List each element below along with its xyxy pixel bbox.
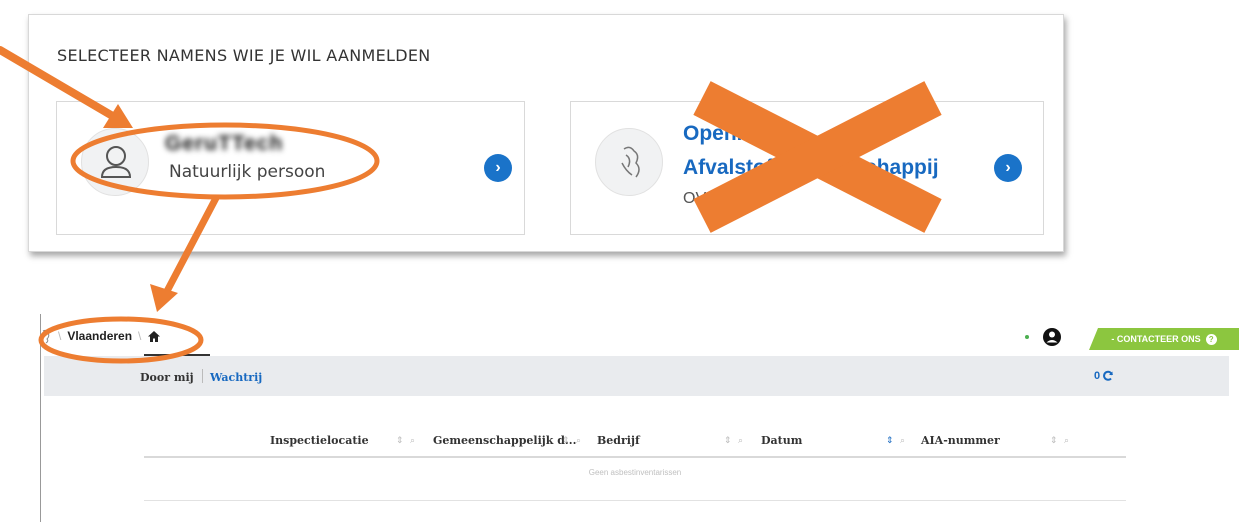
sort-icon[interactable]: ⇕ <box>562 435 570 446</box>
filter-search-icon[interactable]: ⌕ <box>1064 435 1069 446</box>
status-dot <box>1025 335 1029 339</box>
empty-table-message: Geen asbestinventarissen <box>588 468 682 477</box>
breadcrumb-separator: \ <box>58 329 62 343</box>
filter-search-icon[interactable]: ⌕ <box>576 435 581 446</box>
account-circle-icon[interactable] <box>1042 327 1062 347</box>
home-icon[interactable] <box>147 330 161 343</box>
table-header-row: Inspectielocatie ⇕ ⌕ Gemeenschappelijk d… <box>144 426 1126 458</box>
sort-active-icon[interactable]: ⇕ <box>886 435 894 446</box>
panel-title: SELECTEER NAMENS WIE JE WIL AANMELDEN <box>57 46 431 65</box>
card-name-redacted: GeruTTech <box>165 132 284 155</box>
sort-icon[interactable]: ⇕ <box>724 435 732 446</box>
column-header-gemeenschappelijk[interactable]: Gemeenschappelijk d... <box>433 434 576 447</box>
count-value: 0 <box>1094 370 1101 382</box>
annotation-arrowhead <box>150 284 178 312</box>
column-header-aia-nummer[interactable]: AIA-nummer <box>921 434 1000 447</box>
breadcrumb-separator: \ <box>138 329 142 343</box>
sort-icon[interactable]: ⇕ <box>396 435 404 446</box>
filter-search-icon[interactable]: ⌕ <box>738 435 743 446</box>
top-bar: \ Vlaanderen \ - CONTACTEER ONS ? <box>40 314 1239 356</box>
chevron-right-icon[interactable]: › <box>994 154 1022 182</box>
sort-icon[interactable]: ⇕ <box>1050 435 1058 446</box>
app-screen: \ Vlaanderen \ - CONTACTEER ONS ? Door m… <box>40 314 1239 522</box>
chevron-right-icon[interactable]: › <box>484 154 512 182</box>
tab-door-mij[interactable]: Door mij <box>140 371 194 384</box>
breadcrumb-root[interactable]: Vlaanderen <box>67 329 132 343</box>
result-count: 0 <box>1094 370 1114 382</box>
contact-button[interactable]: - CONTACTEER ONS ? <box>1089 328 1239 350</box>
login-card-organisation[interactable]: Openbare Afvalstoffenmaatschappij OVAM00… <box>570 101 1044 235</box>
refresh-icon[interactable] <box>1102 370 1114 382</box>
table-divider <box>144 500 1126 501</box>
card-org-line3: OVAM0001 <box>683 190 765 207</box>
login-selection-panel: SELECTEER NAMENS WIE JE WIL AANMELDEN Ge… <box>28 14 1064 252</box>
card-subtitle: Natuurlijk persoon <box>169 162 326 182</box>
help-icon: ? <box>1205 333 1217 345</box>
flemish-lion-icon <box>42 329 50 344</box>
flemish-lion-icon <box>595 128 663 196</box>
subnav-divider <box>202 369 203 383</box>
column-header-bedrijf[interactable]: Bedrijf <box>597 434 640 447</box>
card-org-line2: Afvalstoffenmaatschappij <box>683 156 939 179</box>
card-org-line1: Openbare <box>683 122 782 145</box>
breadcrumb: \ Vlaanderen \ <box>40 328 161 344</box>
filter-search-icon[interactable]: ⌕ <box>410 435 415 446</box>
user-icon <box>81 128 149 196</box>
filter-search-icon[interactable]: ⌕ <box>900 435 905 446</box>
contact-label: - CONTACTEER ONS <box>1111 334 1201 344</box>
login-card-natural-person[interactable]: GeruTTech Natuurlijk persoon › <box>56 101 525 235</box>
tab-wachtrij[interactable]: Wachtrij <box>210 371 262 384</box>
column-header-datum[interactable]: Datum <box>761 434 802 447</box>
column-header-inspectielocatie[interactable]: Inspectielocatie <box>270 434 369 447</box>
sub-navigation: Door mij Wachtrij 0 <box>44 356 1229 396</box>
